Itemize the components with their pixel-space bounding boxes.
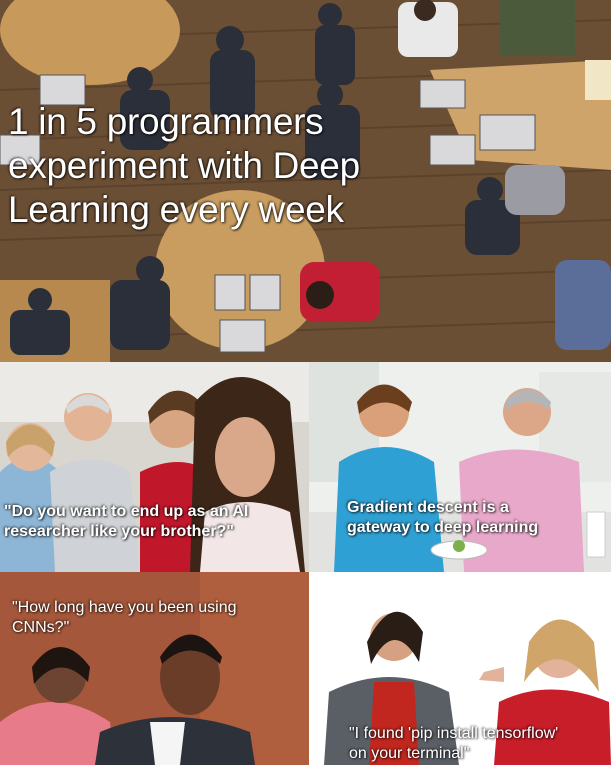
- hero-photo-panel: 1 in 5 programmers experiment with Deep …: [0, 0, 611, 362]
- panel-caption-line: CNNs?": [12, 619, 70, 636]
- meme-panel-tensorflow: "I found 'pip install tensorflow' on you…: [309, 572, 611, 765]
- father-son-kitchen-photo: [309, 362, 611, 572]
- panel-caption: "Do you want to end up as an AI research…: [4, 502, 309, 542]
- panel-caption-line: Gradient descent is a: [347, 499, 509, 516]
- meme-panel-cnns: "How long have you been using CNNs?": [0, 572, 309, 765]
- panel-caption-line: researcher like your brother?": [4, 523, 234, 540]
- hero-caption: 1 in 5 programmers experiment with Deep …: [8, 100, 360, 232]
- hero-caption-line: Learning every week: [8, 189, 344, 230]
- panel-caption-line: "Do you want to end up as an AI: [4, 503, 249, 520]
- panel-caption: "I found 'pip install tensorflow' on you…: [349, 724, 611, 764]
- hero-caption-line: 1 in 5 programmers: [8, 101, 324, 142]
- panel-caption: "How long have you been using CNNs?": [12, 598, 307, 638]
- panel-caption-line: gateway to deep learning: [347, 519, 539, 536]
- panel-caption-line: on your terminal": [349, 745, 470, 762]
- panel-caption-line: "How long have you been using: [12, 599, 237, 616]
- hero-caption-line: experiment with Deep: [8, 145, 360, 186]
- panel-caption: Gradient descent is a gateway to deep le…: [347, 498, 611, 538]
- meme-panel-parents: "Do you want to end up as an AI research…: [0, 362, 309, 572]
- meme-panel-kitchen: Gradient descent is a gateway to deep le…: [309, 362, 611, 572]
- panel-caption-line: "I found 'pip install tensorflow': [349, 725, 559, 742]
